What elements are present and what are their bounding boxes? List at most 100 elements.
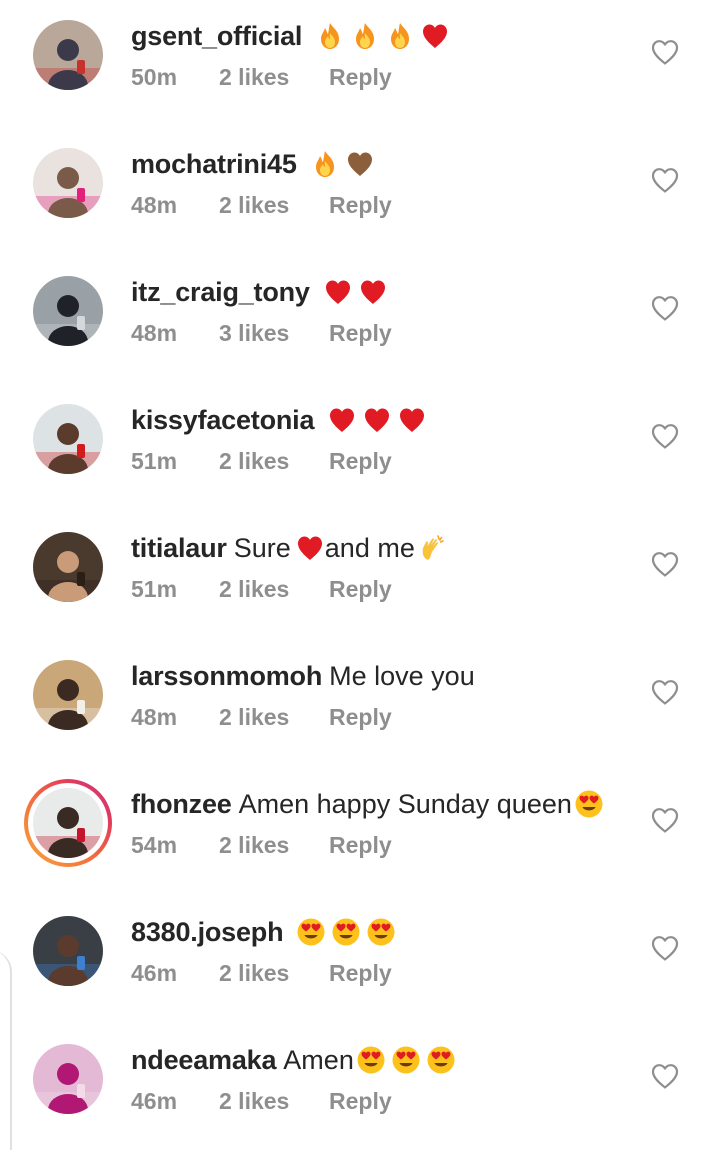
- heart-eyes-emoji-icon: [426, 1045, 456, 1075]
- comment-meta: 51m 2 likes Reply: [131, 574, 392, 604]
- reply-button[interactable]: Reply: [329, 704, 392, 731]
- reply-button[interactable]: Reply: [329, 1088, 392, 1115]
- comment-body: mochatrini45: [131, 146, 380, 182]
- fire-emoji-icon: [310, 149, 340, 179]
- comment-timestamp: 54m: [131, 831, 178, 858]
- comment-text-part: and me: [324, 532, 415, 563]
- comment-meta: 50m 2 likes Reply: [131, 62, 392, 92]
- heart-eyes-emoji-icon: [356, 1045, 386, 1075]
- avatar-wrap[interactable]: [31, 146, 105, 220]
- comment-likes-count[interactable]: 2 likes: [219, 1088, 329, 1115]
- like-heart-icon[interactable]: [650, 678, 680, 706]
- comment-body: itz_craig_tony: [131, 274, 393, 310]
- avatar-wrap[interactable]: [31, 402, 105, 476]
- comment-row: gsent_official 50m 2 likes Reply: [0, 18, 720, 146]
- comment-likes-count[interactable]: 2 likes: [219, 192, 329, 219]
- like-heart-icon[interactable]: [650, 294, 680, 322]
- avatar-wrap[interactable]: [31, 914, 105, 988]
- red-heart-emoji-icon: [327, 405, 357, 435]
- comment-body: 8380.joseph: [131, 914, 401, 950]
- avatar-wrap[interactable]: [31, 530, 105, 604]
- comment-text-part: Me love you: [329, 660, 475, 691]
- comment-row: fhonzee Amen happy Sunday queen 54m 2 likes…: [0, 779, 720, 914]
- comment-username[interactable]: titialaur: [131, 533, 227, 564]
- red-heart-emoji-icon: [323, 277, 353, 307]
- clapping-hands-emoji-icon: [417, 533, 447, 563]
- comment-likes-count[interactable]: 2 likes: [219, 832, 329, 859]
- comment-timestamp: 46m: [131, 959, 178, 986]
- comment-text: [317, 277, 393, 307]
- comment-body: kissyfacetonia: [131, 402, 432, 438]
- reply-button[interactable]: Reply: [329, 192, 392, 219]
- avatar[interactable]: [33, 916, 103, 986]
- reply-button[interactable]: Reply: [329, 64, 392, 91]
- avatar[interactable]: [33, 148, 103, 218]
- comment-username[interactable]: gsent_official: [131, 21, 302, 52]
- comment-likes-count[interactable]: 2 likes: [219, 576, 329, 603]
- like-heart-icon[interactable]: [650, 806, 680, 834]
- comment-body: fhonzee Amen happy Sunday queen: [131, 786, 609, 822]
- comment-username[interactable]: itz_craig_tony: [131, 277, 310, 308]
- like-heart-icon[interactable]: [650, 38, 680, 66]
- comment-likes-count[interactable]: 3 likes: [219, 320, 329, 347]
- avatar[interactable]: [33, 276, 103, 346]
- comment-row: titialaur Sure and me 51m 2 likes Reply: [0, 530, 720, 658]
- avatar-wrap[interactable]: [31, 274, 105, 348]
- avatar[interactable]: [33, 1044, 103, 1114]
- heart-eyes-emoji-icon: [574, 789, 604, 819]
- avatar-wrap[interactable]: [31, 18, 105, 92]
- comment-username[interactable]: mochatrini45: [131, 149, 297, 180]
- fire-emoji-icon: [350, 21, 380, 51]
- comment-timestamp: 51m: [131, 447, 178, 474]
- comment-meta: 54m 2 likes Reply: [131, 830, 392, 860]
- comment-text: [290, 917, 401, 947]
- comment-body: larssonmomoh Me love you: [131, 658, 477, 694]
- red-heart-emoji-icon: [358, 277, 388, 307]
- like-heart-icon[interactable]: [650, 550, 680, 578]
- comment-meta: 46m 2 likes Reply: [131, 1086, 392, 1116]
- comment-likes-count[interactable]: 2 likes: [219, 448, 329, 475]
- comment-meta: 46m 2 likes Reply: [131, 958, 392, 988]
- comment-meta: 48m 3 likes Reply: [131, 318, 392, 348]
- avatar-wrap[interactable]: [31, 1042, 105, 1116]
- red-heart-emoji-icon: [362, 405, 392, 435]
- avatar-story-ring[interactable]: [24, 779, 112, 867]
- like-heart-icon[interactable]: [650, 422, 680, 450]
- reply-button[interactable]: Reply: [329, 448, 392, 475]
- reply-button[interactable]: Reply: [329, 832, 392, 859]
- comment-timestamp: 51m: [131, 575, 178, 602]
- comment-body: gsent_official: [131, 18, 455, 54]
- like-heart-icon[interactable]: [650, 1062, 680, 1090]
- comment-likes-count[interactable]: 2 likes: [219, 960, 329, 987]
- comment-username[interactable]: 8380.joseph: [131, 917, 284, 948]
- reply-button[interactable]: Reply: [329, 320, 392, 347]
- comment-likes-count[interactable]: 2 likes: [219, 704, 329, 731]
- comment-timestamp: 48m: [131, 191, 178, 218]
- comment-username[interactable]: fhonzee: [131, 789, 232, 820]
- comment-text: [304, 149, 380, 179]
- comment-list: gsent_official 50m 2 likes Reply mochatrini4…: [0, 0, 720, 1116]
- comment-likes-count[interactable]: 2 likes: [219, 64, 329, 91]
- comment-text: Sure and me: [234, 533, 452, 564]
- avatar[interactable]: [33, 660, 103, 730]
- comment-timestamp: 50m: [131, 63, 178, 90]
- like-heart-icon[interactable]: [650, 166, 680, 194]
- avatar[interactable]: [33, 532, 103, 602]
- comment-text: Amen: [283, 1045, 461, 1076]
- avatar-wrap[interactable]: [31, 658, 105, 732]
- avatar[interactable]: [33, 788, 103, 858]
- reply-button[interactable]: Reply: [329, 576, 392, 603]
- comment-username[interactable]: kissyfacetonia: [131, 405, 315, 436]
- comment-meta: 51m 2 likes Reply: [131, 446, 392, 476]
- heart-eyes-emoji-icon: [391, 1045, 421, 1075]
- fire-emoji-icon: [385, 21, 415, 51]
- red-heart-emoji-icon: [420, 21, 450, 51]
- comment-username[interactable]: larssonmomoh: [131, 661, 322, 692]
- reply-button[interactable]: Reply: [329, 960, 392, 987]
- comment-body: titialaur Sure and me: [131, 530, 452, 566]
- avatar[interactable]: [33, 404, 103, 474]
- like-heart-icon[interactable]: [650, 934, 680, 962]
- comment-text: [321, 405, 432, 435]
- avatar[interactable]: [33, 20, 103, 90]
- comment-username[interactable]: ndeeamaka: [131, 1045, 276, 1076]
